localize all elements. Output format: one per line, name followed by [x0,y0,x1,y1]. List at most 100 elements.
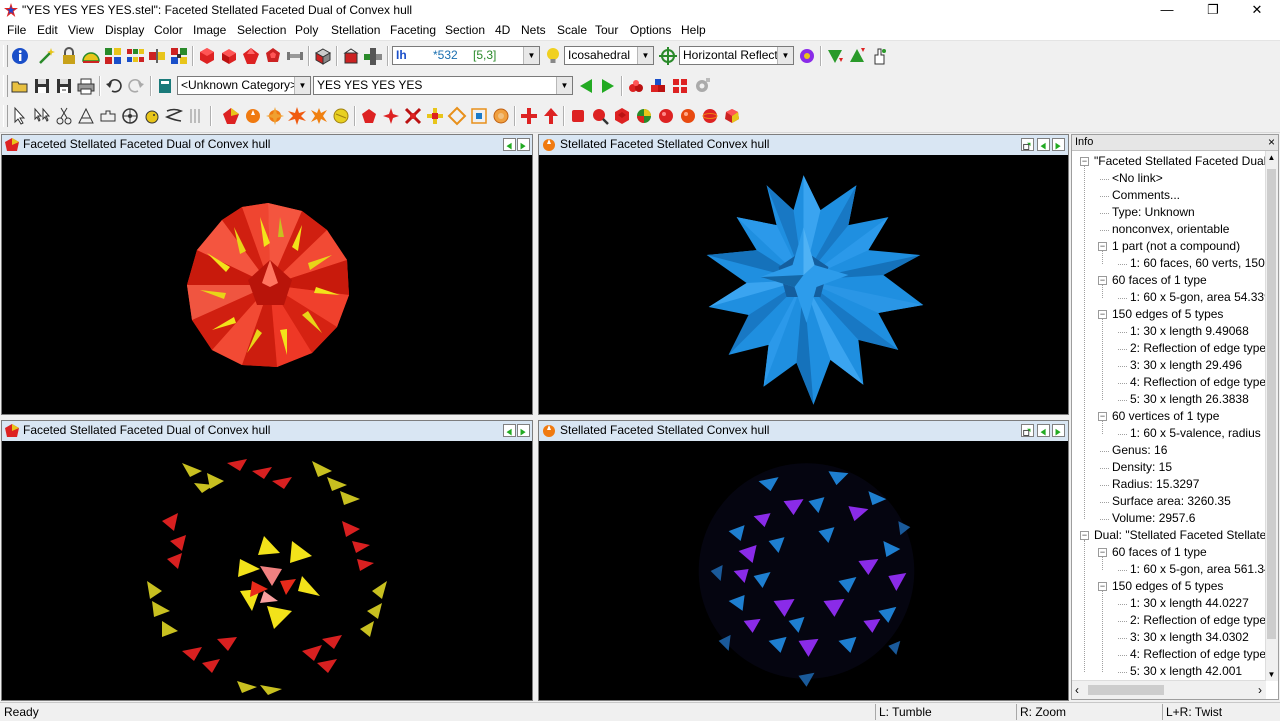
menu-view[interactable]: View [68,23,94,37]
info-tree-node[interactable]: Density: 15 [1112,459,1172,476]
save-icon[interactable] [32,76,52,96]
info-tree-node[interactable]: 2: Reflection of edge type [1130,612,1266,629]
viewport-bottom-right[interactable]: Stellated Faceted Stellated Convex hull [538,420,1069,701]
menu-image[interactable]: Image [193,23,226,37]
menu-options[interactable]: Options [630,23,671,37]
lightbulb-icon[interactable] [543,46,563,66]
info-tree-node[interactable]: 5: 30 x length 42.001 [1130,663,1242,680]
info-tree-node[interactable]: 4: Reflection of edge type [1130,646,1266,663]
toolbar-grip[interactable] [3,105,8,127]
orange-ball-icon[interactable] [243,106,263,126]
viewport-top-left[interactable]: Faceted Stellated Faceted Dual of Convex… [1,134,533,415]
green-up-triangle-icon[interactable] [847,46,867,66]
toolbar-grip[interactable] [3,75,8,97]
info-tree-node[interactable]: 4: Reflection of edge type [1130,374,1266,391]
collapse-toggle-icon[interactable]: − [1080,157,1089,166]
model-canvas[interactable] [2,441,532,700]
collapse-toggle-icon[interactable]: − [1080,531,1089,540]
info-tree-node[interactable]: Type: Unknown [1112,204,1195,221]
info-tree-node[interactable]: 60 vertices of 1 type [1112,408,1219,425]
chevron-down-icon[interactable]: ▼ [637,47,653,64]
category-book-icon[interactable] [155,76,175,96]
vertical-scrollbar[interactable]: ▲ ▼ [1265,151,1278,681]
scroll-right-arrow-icon[interactable]: › [1258,683,1262,697]
red-cube-icon[interactable] [219,46,239,66]
grey-bar-icon[interactable] [285,46,305,66]
print-icon[interactable] [76,76,96,96]
open-box-icon[interactable] [341,46,361,66]
info-icon[interactable] [10,46,30,66]
previous-arrow-icon[interactable] [1037,424,1050,437]
red-dodecahedron-icon[interactable] [263,46,283,66]
scissors-icon[interactable] [54,106,74,126]
info-tree-node[interactable]: 1: 30 x length 9.49068 [1130,323,1249,340]
previous-arrow-icon[interactable] [503,424,516,437]
collapse-toggle-icon[interactable]: − [1098,310,1107,319]
chevron-down-icon[interactable]: ▼ [294,77,310,94]
red-sphere-icon[interactable] [656,106,676,126]
minimize-button[interactable]: — [1144,0,1190,20]
info-tree-node[interactable]: 2: Reflection of edge type [1130,340,1266,357]
symmetry-select[interactable]: Icosahedral ▼ [564,46,654,65]
yellow-chick-icon[interactable] [142,106,162,126]
menu-faceting[interactable]: Faceting [390,23,436,37]
info-tree-node[interactable]: Dual: "Stellated Faceted Stellated [1094,527,1266,544]
model-canvas[interactable] [539,441,1068,700]
grid-blocks-icon[interactable] [125,46,145,66]
menu-4d[interactable]: 4D [495,23,510,37]
red-cross-star-icon[interactable] [403,106,423,126]
dome-icon[interactable] [81,46,101,66]
multicolor-sphere-icon[interactable] [634,106,654,126]
info-tree-node[interactable]: Comments... [1112,187,1180,204]
lock-icon[interactable] [59,46,79,66]
green-down-triangle-icon[interactable] [825,46,845,66]
next-model-arrow-icon[interactable] [598,76,618,96]
menu-edit[interactable]: Edit [37,23,58,37]
menu-file[interactable]: File [7,23,26,37]
reflection-select[interactable]: Horizontal Reflection ▼ [679,46,794,65]
diamond-outline-icon[interactable] [447,106,467,126]
info-tree-node[interactable]: <No link> [1112,170,1163,187]
close-button[interactable]: ✕ [1234,0,1280,20]
red-pentagon-icon[interactable] [359,106,379,126]
net-icon[interactable] [363,46,383,66]
split-view-icon[interactable] [147,46,167,66]
square-target-icon[interactable] [469,106,489,126]
previous-model-arrow-icon[interactable] [576,76,596,96]
multi-view-icon[interactable] [169,46,189,66]
info-tree-node[interactable]: 5: 30 x length 26.3838 [1130,391,1249,408]
viewport-bottom-left[interactable]: Faceted Stellated Faceted Dual of Convex… [1,420,533,701]
red-yellow-gem-icon[interactable] [221,106,241,126]
next-arrow-icon[interactable] [517,138,530,151]
vertical-scroll-thumb[interactable] [1267,169,1276,639]
menu-tour[interactable]: Tour [595,23,618,37]
symmetry-group-field[interactable]: Ih *532 [5,3] ▼ [392,46,540,65]
pointer-hand-icon[interactable] [869,46,889,66]
info-tree-node[interactable]: 3: 30 x length 34.0302 [1130,629,1249,646]
info-tree-node[interactable]: 150 edges of 5 types [1112,578,1223,595]
info-tree-node[interactable]: 60 faces of 1 type [1112,272,1207,289]
save-as-icon[interactable] [54,76,74,96]
model-canvas[interactable] [2,155,532,414]
orange-star-icon[interactable] [265,106,285,126]
red-cube-solid-icon[interactable] [568,106,588,126]
orange-burst-icon[interactable] [309,106,329,126]
info-tree-node[interactable]: 3: 30 x length 29.496 [1130,357,1242,374]
collapse-toggle-icon[interactable]: − [1098,412,1107,421]
menu-stellation[interactable]: Stellation [331,23,380,37]
redo-icon[interactable] [126,76,146,96]
grid-colors-icon[interactable] [103,46,123,66]
category-select[interactable]: <Unknown Category> ▼ [177,76,311,95]
info-tree-node[interactable]: 1: 60 faces, 60 verts, 150 ec [1130,255,1266,272]
info-tree-node[interactable]: 1: 60 x 5-gon, area 561.34, [1130,561,1266,578]
previous-arrow-icon[interactable] [1037,138,1050,151]
menu-poly[interactable]: Poly [295,23,318,37]
info-tree-node[interactable]: Volume: 2957.6 [1112,510,1195,527]
select-arrow-icon[interactable] [10,106,30,126]
orange-red-sphere-icon[interactable] [678,106,698,126]
multi-select-icon[interactable] [32,106,52,126]
menu-display[interactable]: Display [105,23,144,37]
menu-nets[interactable]: Nets [521,23,546,37]
collapse-toggle-icon[interactable]: − [1098,582,1107,591]
red-cluster-icon[interactable] [626,76,646,96]
